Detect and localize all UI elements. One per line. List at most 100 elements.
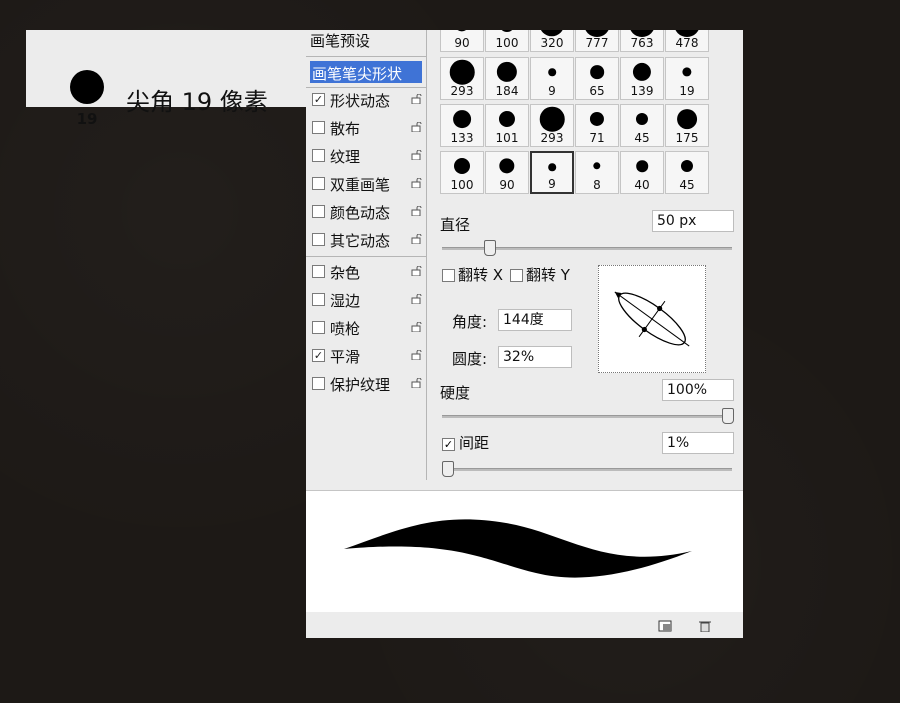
brush-presets-link[interactable]: 画笔预设	[310, 30, 370, 51]
brush-preset-cell[interactable]: 763	[620, 30, 664, 52]
brush-preset-cell[interactable]: 40	[620, 151, 664, 194]
option-checkbox[interactable]: ✓	[312, 349, 325, 362]
lock-icon[interactable]	[411, 150, 423, 160]
diameter-slider-handle[interactable]	[484, 240, 496, 256]
lock-icon[interactable]	[411, 266, 423, 276]
option-item[interactable]: 湿边	[306, 288, 426, 312]
brush-preset-cell[interactable]: 45	[620, 104, 664, 147]
brush-tip-icon	[677, 109, 697, 129]
brush-size-label: 293	[450, 84, 474, 98]
option-checkbox[interactable]	[312, 205, 325, 218]
lock-icon[interactable]	[411, 322, 423, 332]
lock-icon[interactable]	[411, 350, 423, 360]
hardness-input[interactable]: 100%	[662, 379, 734, 401]
hardness-slider-handle[interactable]	[722, 408, 734, 424]
brush-preset-cell[interactable]: 65	[575, 57, 619, 100]
brush-preset-cell[interactable]: 90	[485, 151, 529, 194]
brush-size-label: 100	[450, 178, 474, 192]
brush-preset-cell[interactable]: 100	[485, 30, 529, 52]
brush-size-label: 90	[499, 178, 515, 192]
lock-icon[interactable]	[411, 178, 423, 188]
option-label: 双重画笔	[330, 176, 391, 194]
trash-icon[interactable]	[698, 620, 712, 632]
option-checkbox[interactable]: ✓	[312, 93, 325, 106]
option-checkbox[interactable]	[312, 265, 325, 278]
brush-preset-cell[interactable]: 9	[530, 57, 574, 100]
brush-preset-cell[interactable]: 8	[575, 151, 619, 194]
brush-preset-cell[interactable]: 139	[620, 57, 664, 100]
brush-preset-cell[interactable]: 101	[485, 104, 529, 147]
brush-preset-cell[interactable]: 293	[440, 57, 484, 100]
spacing-checkbox[interactable]: ✓	[442, 438, 455, 451]
option-item[interactable]: ✓ 形状动态	[306, 88, 426, 112]
option-checkbox[interactable]	[312, 377, 325, 390]
flip-x-checkbox[interactable]	[442, 269, 455, 282]
option-checkbox[interactable]	[312, 149, 325, 162]
brush-preset-cell[interactable]: 45	[665, 151, 709, 194]
brush-preset-cell[interactable]: 133	[440, 104, 484, 147]
brush-size-label: 9	[548, 177, 556, 191]
brush-size-label: 71	[589, 131, 605, 145]
roundness-input[interactable]: 32%	[498, 346, 572, 368]
brush-preset-cell[interactable]: 777	[575, 30, 619, 52]
option-checkbox[interactable]	[312, 233, 325, 246]
option-label: 形状动态	[330, 92, 391, 110]
diameter-label: 直径	[440, 216, 471, 234]
option-checkbox[interactable]	[312, 321, 325, 334]
diameter-input[interactable]: 50 px	[652, 210, 734, 232]
option-label: 喷枪	[330, 320, 361, 338]
brush-tip-icon	[632, 62, 652, 82]
option-item[interactable]: ✓ 平滑	[306, 344, 426, 368]
lock-icon[interactable]	[411, 378, 423, 388]
hardness-slider[interactable]	[442, 408, 734, 424]
option-item[interactable]: 杂色	[306, 260, 426, 284]
brush-preset-cell[interactable]: 293	[530, 104, 574, 147]
brush-tip-icon	[682, 67, 692, 77]
spacing-slider[interactable]	[442, 461, 732, 477]
stroke-preview-graphic	[344, 519, 692, 578]
angle-input[interactable]: 144度	[498, 309, 572, 331]
option-item[interactable]: 散布	[306, 116, 426, 140]
lock-icon[interactable]	[411, 234, 423, 244]
brush-tip-icon	[496, 61, 518, 83]
brush-preset-cell[interactable]: 478	[665, 30, 709, 52]
brush-options-list: 画笔预设 画笔笔尖形状 ✓ 形状动态散布纹理双重画笔颜色动态其它动态杂色湿边喷枪 ✓…	[306, 30, 427, 480]
option-label: 保护纹理	[330, 376, 391, 394]
brush-preset-cell[interactable]: 9	[530, 151, 574, 194]
brush-preset-cell[interactable]: 175	[665, 104, 709, 147]
option-checkbox[interactable]	[312, 121, 325, 134]
brush-preset-cell[interactable]: 100	[440, 151, 484, 194]
new-preset-icon[interactable]	[658, 620, 672, 632]
option-label: 杂色	[330, 264, 361, 282]
lock-icon[interactable]	[411, 294, 423, 304]
option-label: 颜色动态	[330, 204, 391, 222]
brush-size-label: 100	[495, 36, 519, 50]
brush-preset-cell[interactable]: 320	[530, 30, 574, 52]
lock-icon[interactable]	[411, 206, 423, 216]
option-item[interactable]: 喷枪	[306, 316, 426, 340]
option-checkbox[interactable]	[312, 293, 325, 306]
spacing-input[interactable]: 1%	[662, 432, 734, 454]
brush-preset-cell[interactable]: 19	[665, 57, 709, 100]
option-brush-tip-shape[interactable]: 画笔笔尖形状	[310, 61, 422, 83]
angle-roundness-control[interactable]	[598, 265, 706, 373]
option-item[interactable]: 纹理	[306, 144, 426, 168]
option-item[interactable]: 双重画笔	[306, 172, 426, 196]
option-item[interactable]: 其它动态	[306, 228, 426, 252]
diameter-slider[interactable]	[442, 240, 732, 256]
option-checkbox[interactable]	[312, 177, 325, 190]
flip-y-checkbox[interactable]	[510, 269, 523, 282]
brush-size-label: 90	[454, 36, 470, 50]
brush-size-label: 19	[679, 84, 695, 98]
spacing-slider-handle[interactable]	[442, 461, 454, 477]
brush-preset-cell[interactable]: 90	[440, 30, 484, 52]
lock-icon[interactable]	[411, 94, 423, 104]
lock-icon[interactable]	[411, 122, 423, 132]
brush-preset-cell[interactable]: 184	[485, 57, 529, 100]
brush-tip-icon	[548, 163, 556, 171]
brush-tip-icon	[499, 30, 515, 32]
brush-size-label: 8	[593, 178, 601, 192]
brush-preset-cell[interactable]: 71	[575, 104, 619, 147]
option-item[interactable]: 颜色动态	[306, 200, 426, 224]
option-item[interactable]: 保护纹理	[306, 372, 426, 396]
